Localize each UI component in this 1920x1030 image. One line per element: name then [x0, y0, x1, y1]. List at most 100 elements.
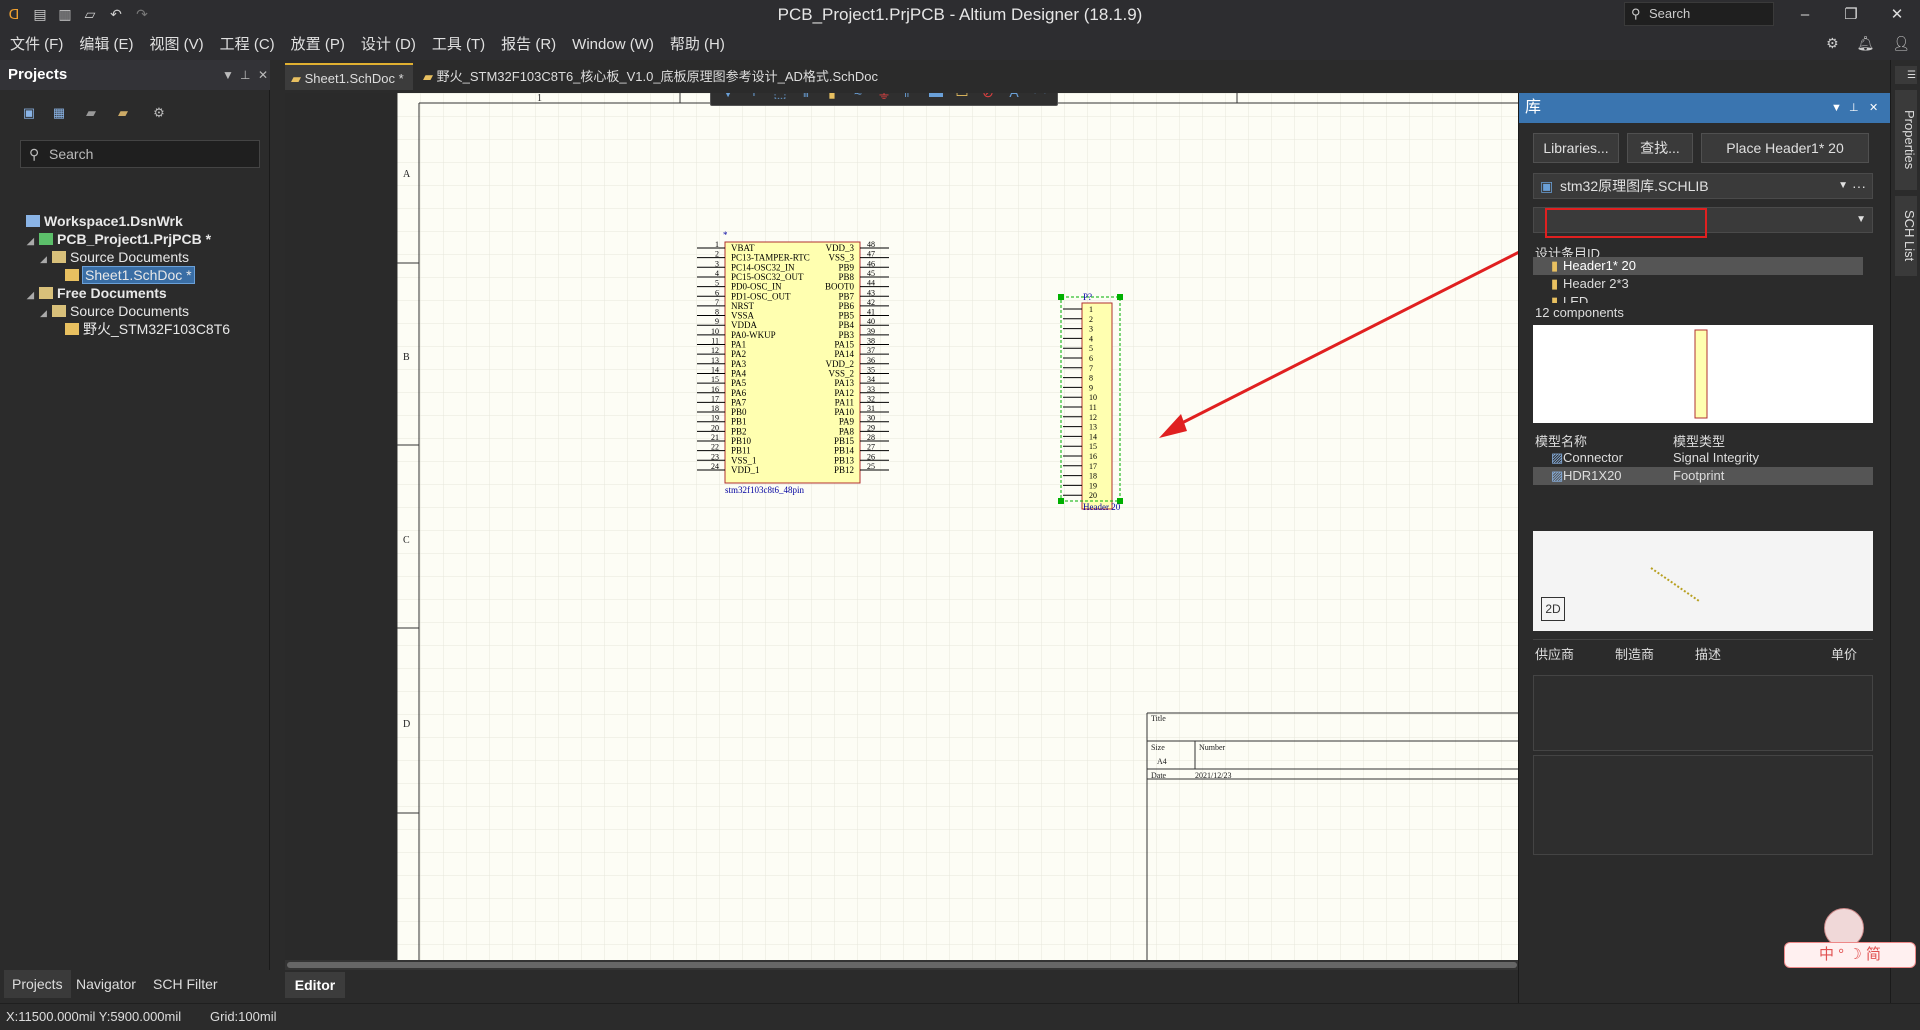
libraries-button[interactable]: Libraries... [1533, 133, 1619, 163]
tab-sch-list[interactable]: SCH List [1895, 196, 1917, 276]
directive-icon[interactable]: ⊘ [979, 93, 997, 101]
mcu-pin-number: 27 [867, 443, 875, 452]
mcu-component[interactable]: * stm32f103c8t6_48pin 1 VBAT 2 PC13-TAMPER-… [697, 230, 889, 495]
menu-item[interactable]: 报告 (R) [493, 30, 564, 60]
net-label-icon[interactable]: ▭ [953, 93, 971, 101]
tab-sheet1[interactable]: ▰ Sheet1.SchDoc * [285, 63, 413, 90]
unit-price-header[interactable]: 单价 [1831, 644, 1857, 663]
arc-icon[interactable]: ◠ [1031, 93, 1049, 101]
menu-item[interactable]: 放置 (P) [283, 30, 353, 60]
global-search-input[interactable]: ⚲ Search [1624, 2, 1774, 26]
undo-icon[interactable]: ↶ [106, 4, 126, 24]
pin-icon[interactable]: ⊥ [240, 60, 250, 90]
minimize-button[interactable]: – [1782, 0, 1828, 30]
scrollbar-thumb[interactable] [287, 962, 1517, 968]
menu-item[interactable]: 工程 (C) [212, 30, 283, 60]
part-icon[interactable]: ▮ [823, 93, 841, 101]
tab-sch-filter[interactable]: SCH Filter [145, 970, 226, 998]
header-comment: Header 20 [1083, 502, 1121, 512]
more-icon[interactable]: ··· [1852, 174, 1866, 198]
footprint-preview-drawing [1650, 567, 1700, 602]
menu-item[interactable]: 帮助 (H) [662, 30, 733, 60]
align-icon[interactable]: ⫴ [797, 93, 815, 101]
save-project-icon[interactable]: ▣ [20, 105, 38, 123]
wire-icon[interactable]: ≈ [849, 93, 867, 100]
horizontal-scrollbar[interactable] [285, 960, 1520, 970]
library-select[interactable]: ▣ stm32原理图库.SCHLIB ▼ ··· [1533, 173, 1873, 199]
tab-properties[interactable]: Properties [1895, 90, 1917, 190]
header-pin-number: 7 [1089, 364, 1093, 373]
cross-icon[interactable]: + [745, 93, 763, 100]
ime-widget[interactable]: 中 ° ☽ 简 [1784, 908, 1918, 970]
mcu-pin-name: PA8 [839, 426, 855, 436]
menu-item[interactable]: 视图 (V) [142, 30, 212, 60]
tree-item[interactable]: 野火_STM32F103C8T6 [0, 318, 265, 340]
redo-icon[interactable]: ↷ [132, 4, 152, 24]
power-icon[interactable]: ⏚ [875, 93, 893, 104]
header-pin-number: 13 [1089, 423, 1097, 432]
save-icon[interactable]: ▤ [30, 4, 50, 24]
selection-handle[interactable] [1058, 498, 1064, 504]
open-icon[interactable]: ▱ [80, 4, 100, 24]
supplier-header[interactable]: 供应商 [1535, 644, 1574, 663]
tab-wildfire-schdoc[interactable]: ▰ 野火_STM32F103C8T6_核心板_V1.0_底板原理图参考设计_AD… [417, 63, 1117, 90]
close-project-icon[interactable]: ▰ [82, 105, 100, 123]
tree-item-label: PCB_Project1.PrjPCB * [57, 231, 212, 247]
model-name-header[interactable]: 模型名称 [1535, 431, 1587, 450]
panel-close-icon[interactable]: ✕ [1869, 93, 1878, 123]
manufacturer-header[interactable]: 制造商 [1615, 644, 1654, 663]
panel-menu-icon[interactable]: ▼ [1831, 93, 1842, 123]
notifications-icon[interactable]: 🔔︎ [1857, 35, 1875, 51]
header-pin-number: 12 [1089, 413, 1097, 422]
mcu-pin-name: VSS_1 [731, 455, 757, 465]
bus-icon[interactable]: ⊩ [901, 93, 919, 101]
menu-item[interactable]: 文件 (F) [2, 30, 71, 60]
save-all-icon[interactable]: ▥ [55, 4, 75, 24]
editor-tab[interactable]: Editor [285, 972, 345, 998]
panel-menu-icon[interactable]: ▼ [222, 60, 234, 90]
search-library-button[interactable]: 查找... [1627, 133, 1693, 163]
project-settings-icon[interactable]: ⚙ [150, 105, 168, 123]
pin-icon[interactable]: ⊥ [1849, 93, 1859, 123]
maximize-button[interactable]: ❐ [1828, 0, 1874, 30]
view-2d-button[interactable]: 2D [1541, 597, 1565, 621]
settings-icon[interactable]: ⚙ [1826, 35, 1839, 51]
text-icon[interactable]: A [1005, 93, 1023, 100]
menu-item[interactable]: 设计 (D) [353, 30, 424, 60]
place-component-button[interactable]: Place Header1* 20 [1701, 133, 1869, 163]
global-search-placeholder: Search [1649, 6, 1691, 21]
select-rect-icon[interactable]: ⬚ [771, 93, 789, 101]
menu-item[interactable]: 工具 (T) [424, 30, 493, 60]
model-row[interactable]: ▨ HDR1X20 Footprint [1533, 467, 1873, 485]
tab-navigator[interactable]: Navigator [68, 970, 144, 998]
selection-handle[interactable] [1058, 294, 1064, 300]
selection-handle[interactable] [1117, 294, 1123, 300]
schematic-canvas[interactable]: 1 A B C D * stm32f103c8t6_48pin 1 VBAT 2 PC… [285, 93, 1520, 960]
model-type-header[interactable]: 模型类型 [1673, 431, 1725, 450]
design-item-row[interactable]: ▮ LED [1533, 293, 1863, 303]
user-icon[interactable]: 👤︎ [1892, 35, 1910, 51]
model-row[interactable]: ▨ Connector Signal Integrity [1533, 449, 1873, 467]
open-folder-icon[interactable]: ▰ [114, 105, 132, 123]
tab-projects[interactable]: Projects [4, 970, 71, 998]
mcu-pin-number: 13 [711, 356, 719, 365]
panel-list-icon[interactable]: ☰ [1895, 66, 1917, 84]
mcu-pin-name: VDD_2 [826, 359, 855, 369]
header-pin-number: 1 [1089, 305, 1093, 314]
filter-icon[interactable]: ▼ [719, 93, 737, 100]
menu-item[interactable]: Window (W) [564, 30, 662, 60]
description-header[interactable]: 描述 [1695, 644, 1721, 663]
schematic-sheet[interactable]: 1 A B C D * stm32f103c8t6_48pin 1 VBAT 2 PC… [397, 93, 1520, 960]
save-all-projects-icon[interactable]: ▦ [50, 105, 68, 123]
design-item-row[interactable]: ▮ Header1* 20 [1533, 257, 1863, 275]
menu-item[interactable]: 编辑 (E) [71, 30, 141, 60]
port-icon[interactable]: ▬ [927, 93, 945, 100]
grid-size: Grid:100mil [210, 1009, 277, 1024]
projects-search-input[interactable]: ⚲ Search [20, 140, 260, 168]
close-button[interactable]: ✕ [1874, 0, 1920, 30]
panel-close-icon[interactable]: ✕ [258, 60, 268, 90]
mcu-comment: stm32f103c8t6_48pin [725, 485, 804, 495]
header-pin-number: 4 [1089, 334, 1093, 343]
row-marker-a: A [403, 169, 411, 180]
design-item-row[interactable]: ▮ Header 2*3 [1533, 275, 1863, 293]
